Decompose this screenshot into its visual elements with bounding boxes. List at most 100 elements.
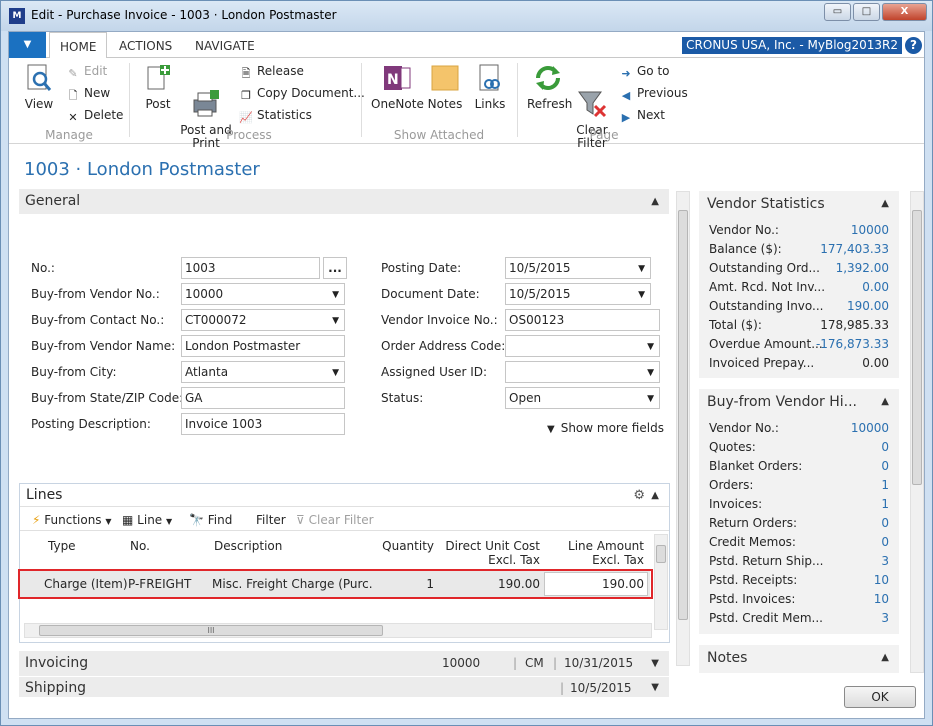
find-button[interactable]: 🔭 Find <box>189 509 232 531</box>
overdue-amount-value[interactable]: -176,873.33 <box>816 335 889 354</box>
buy-from-vendor-no-field[interactable]: 10000 ▼ <box>181 283 345 305</box>
buy-from-city-field[interactable]: Atlanta ▼ <box>181 361 345 383</box>
document-date-field[interactable]: 10/5/2015 ▼ <box>505 283 651 305</box>
scroll-thumb[interactable] <box>678 210 688 620</box>
ok-button[interactable]: OK <box>844 686 916 708</box>
outstanding-ord-value[interactable]: 1,392.00 <box>836 259 889 278</box>
buy-from-contact-no-field[interactable]: CT000072 ▼ <box>181 309 345 331</box>
refresh-button[interactable]: Refresh <box>527 62 572 111</box>
factbox-vertical-scrollbar[interactable] <box>910 191 924 673</box>
scroll-thumb[interactable] <box>912 210 922 485</box>
assist-edit-button[interactable]: ... <box>323 257 347 279</box>
tab-navigate[interactable]: NAVIGATE <box>185 32 265 58</box>
order-address-code-field[interactable]: ▼ <box>505 335 660 357</box>
main-vertical-scrollbar[interactable] <box>676 191 690 666</box>
dropdown-arrow-icon[interactable]: ▼ <box>638 259 645 279</box>
filter-button[interactable]: Filter <box>256 509 286 531</box>
column-header-quantity[interactable]: Quantity <box>360 539 434 553</box>
pstd-invoices-value[interactable]: 10 <box>874 590 889 609</box>
outstanding-invo-value[interactable]: 190.00 <box>847 297 889 316</box>
functions-menu[interactable]: ⚡ Functions ▼ <box>32 509 112 533</box>
minimize-button[interactable]: ▭ <box>824 3 851 21</box>
tab-actions[interactable]: ACTIONS <box>109 32 182 58</box>
cell-line-amount[interactable]: 190.00 <box>544 572 648 596</box>
links-button[interactable]: Links <box>473 62 507 111</box>
scroll-thumb[interactable] <box>656 545 666 563</box>
vendor-history-header[interactable]: Buy-from Vendor Hi... ▲ <box>699 389 899 415</box>
previous-button[interactable]: ◀ Previous <box>619 84 688 102</box>
general-fasttab-header[interactable]: General ▲ <box>19 189 669 214</box>
vendor-no-value[interactable]: 10000 <box>851 221 889 240</box>
pstd-receipts-value[interactable]: 10 <box>874 571 889 590</box>
dropdown-arrow-icon[interactable]: ▼ <box>638 285 645 305</box>
onenote-button[interactable]: N OneNote <box>371 62 424 111</box>
copy-document-button[interactable]: ❐ Copy Document... <box>239 84 365 102</box>
pstd-credit-mem-value[interactable]: 3 <box>881 609 889 628</box>
table-row[interactable]: Charge (Item) P-FREIGHT Misc. Freight Char… <box>20 571 650 597</box>
status-field[interactable]: Open ▼ <box>505 387 660 409</box>
dropdown-arrow-icon[interactable]: ▼ <box>647 389 654 409</box>
collapse-icon[interactable]: ▲ <box>651 189 659 214</box>
company-badge[interactable]: CRONUS USA, Inc. - MyBlog2013R2 <box>682 37 902 54</box>
close-button[interactable]: X <box>882 3 927 21</box>
dropdown-arrow-icon[interactable]: ▼ <box>332 363 339 383</box>
dropdown-arrow-icon[interactable]: ▼ <box>647 363 654 383</box>
collapse-icon[interactable]: ▲ <box>881 389 889 415</box>
invoicing-fasttab-header[interactable]: Invoicing 10000 | CM | 10/31/2015 ▼ <box>19 651 669 676</box>
view-button[interactable]: View <box>19 62 59 111</box>
invoices-value[interactable]: 1 <box>881 495 889 514</box>
new-button[interactable]: 🗋 New <box>66 84 111 102</box>
next-button[interactable]: ▶ Next <box>619 106 665 124</box>
posting-date-field[interactable]: 10/5/2015 ▼ <box>505 257 651 279</box>
lines-horizontal-scrollbar[interactable]: III <box>24 623 652 638</box>
column-header-type[interactable]: Type <box>48 539 108 553</box>
dropdown-arrow-icon[interactable]: ▼ <box>332 285 339 305</box>
release-button[interactable]: 🗎 Release <box>239 62 304 80</box>
orders-value[interactable]: 1 <box>881 476 889 495</box>
collapse-icon[interactable]: ▲ <box>651 484 659 507</box>
buy-from-vendor-name-field[interactable]: London Postmaster <box>181 335 345 357</box>
return-orders-value[interactable]: 0 <box>881 514 889 533</box>
dropdown-arrow-icon[interactable]: ▼ <box>332 311 339 331</box>
expand-icon[interactable]: ▼ <box>651 651 659 676</box>
lines-vertical-scrollbar[interactable] <box>654 534 668 630</box>
edit-button[interactable]: ✎ Edit <box>66 62 107 80</box>
credit-memos-value[interactable]: 0 <box>881 533 889 552</box>
column-header-direct-unit-cost-excl-tax[interactable]: Direct Unit Cost Excl. Tax <box>440 539 540 567</box>
vendor-statistics-header[interactable]: Vendor Statistics ▲ <box>699 191 899 217</box>
notes-header[interactable]: Notes ▲ <box>699 645 899 671</box>
dropdown-arrow-icon[interactable]: ▼ <box>647 337 654 357</box>
column-header-line-amount-excl-tax[interactable]: Line Amount Excl. Tax <box>544 539 644 567</box>
hscroll-thumb[interactable]: III <box>39 625 383 636</box>
buy-from-state-zip-code-field[interactable]: GA <box>181 387 345 409</box>
maximize-button[interactable]: □ <box>853 3 880 21</box>
help-icon[interactable]: ? <box>905 37 922 54</box>
notes-button[interactable]: Notes <box>427 62 463 111</box>
column-header-description[interactable]: Description <box>214 539 364 553</box>
line-menu[interactable]: ▦ Line ▼ <box>122 509 172 533</box>
collapse-icon[interactable]: ▲ <box>881 645 889 671</box>
clear-filter-lines-button[interactable]: ⊽ Clear Filter <box>296 509 374 531</box>
customize-gear-icon[interactable]: ⚙ <box>633 484 645 507</box>
show-more-fields-link[interactable]: ▼ Show more fields <box>547 421 664 435</box>
tab-home[interactable]: HOME <box>49 32 108 59</box>
balance-value[interactable]: 177,403.33 <box>820 240 889 259</box>
go-to-button[interactable]: ➜ Go to <box>619 62 669 80</box>
collapse-icon[interactable]: ▲ <box>881 191 889 217</box>
statistics-button[interactable]: 📈 Statistics <box>239 106 312 124</box>
no-field[interactable]: 1003 <box>181 257 320 279</box>
post-button[interactable]: Post <box>141 62 175 111</box>
shipping-fasttab-header[interactable]: Shipping | 10/5/2015 ▼ <box>19 677 669 697</box>
blanket-orders-value[interactable]: 0 <box>881 457 889 476</box>
assigned-user-id-field[interactable]: ▼ <box>505 361 660 383</box>
expand-icon[interactable]: ▼ <box>651 677 659 699</box>
amt-rcd-not-inv-value[interactable]: 0.00 <box>862 278 889 297</box>
posting-description-field[interactable]: Invoice 1003 <box>181 413 345 435</box>
delete-button[interactable]: ✕ Delete <box>66 106 123 124</box>
quotes-value[interactable]: 0 <box>881 438 889 457</box>
vendor-invoice-no-field[interactable]: OS00123 <box>505 309 660 331</box>
column-header-no[interactable]: No. <box>130 539 190 553</box>
app-menu-button[interactable]: ▼ <box>9 32 46 58</box>
vendor-no-value[interactable]: 10000 <box>851 419 889 438</box>
pstd-return-ship-value[interactable]: 3 <box>881 552 889 571</box>
